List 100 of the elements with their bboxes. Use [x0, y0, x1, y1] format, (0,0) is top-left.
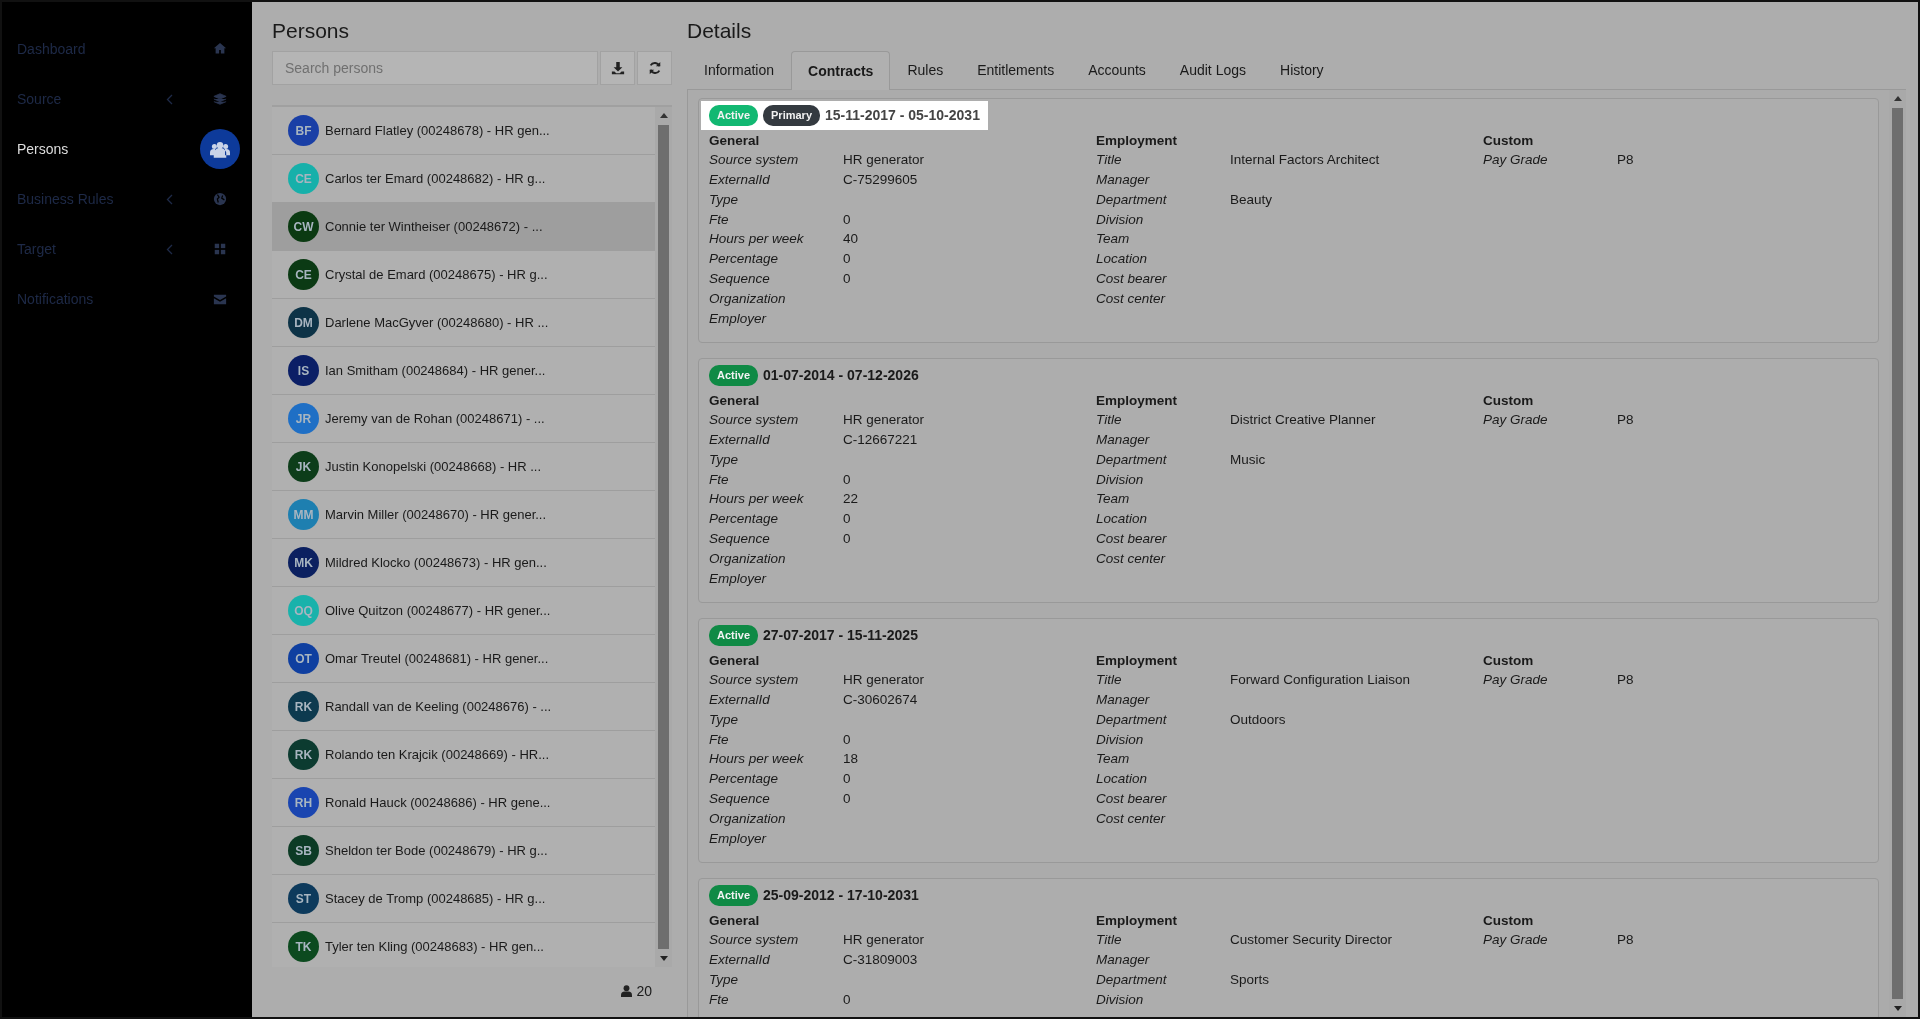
tab[interactable]: Audit Logs — [1162, 51, 1263, 90]
avatar: RH — [288, 787, 319, 819]
field-label: Source system — [709, 151, 800, 170]
field-label: Organization — [709, 289, 787, 308]
person-row[interactable]: IS Ian Smitham (00248684) - HR gener... — [272, 347, 655, 396]
field-label: Organization — [709, 809, 787, 828]
status-badge: Active — [709, 105, 759, 126]
refresh-icon — [647, 61, 662, 76]
avatar: TK — [288, 931, 319, 963]
person-name: Olive Quitzon (00248677) - HR gener... — [325, 601, 551, 620]
field-value: 0 — [843, 990, 851, 1009]
field-label: Cost bearer — [1096, 269, 1168, 288]
person-row[interactable]: SB Sheldon ter Bode (00248679) - HR g... — [272, 827, 655, 876]
person-name: Jeremy van de Rohan (00248671) - ... — [325, 409, 545, 428]
field-label: Pay Grade — [1483, 411, 1549, 430]
avatar: RK — [288, 739, 319, 771]
field-value: 0 — [843, 470, 851, 489]
contract-period: 15-11-2017 - 05-10-2031 — [825, 106, 980, 126]
person-row[interactable]: BF Bernard Flatley (00248678) - HR gen... — [272, 107, 655, 156]
section-title: Employment — [1096, 652, 1178, 671]
person-row[interactable]: RH Ronald Hauck (00248686) - HR gene... — [272, 779, 655, 828]
field-label: Fte — [709, 990, 730, 1009]
field-label: Source system — [709, 671, 800, 690]
person-name: Crystal de Emard (00248675) - HR g... — [325, 265, 548, 284]
field-label: Sequence — [709, 529, 771, 548]
scrollbar[interactable] — [655, 107, 672, 968]
field-label: Cost center — [1096, 809, 1167, 828]
download-button[interactable] — [600, 51, 635, 86]
person-name: Rolando ten Krajcik (00248669) - HR... — [325, 745, 549, 764]
person-row[interactable]: OT Omar Treutel (00248681) - HR gener... — [272, 635, 655, 684]
contract-period: 27-07-2017 - 15-11-2025 — [763, 626, 918, 646]
person-name: Mildred Klocko (00248673) - HR gen... — [325, 553, 547, 572]
person-row[interactable]: MK Mildred Klocko (00248673) - HR gen... — [272, 539, 655, 588]
person-count: 20 — [636, 981, 652, 1001]
field-value: Music — [1230, 450, 1266, 469]
tab[interactable]: Rules — [890, 51, 961, 90]
person-row[interactable]: MM Marvin Miller (00248670) - HR gener... — [272, 491, 655, 540]
person-name: Ronald Hauck (00248686) - HR gene... — [325, 793, 551, 812]
section-title: Custom — [1483, 392, 1535, 411]
person-name: Marvin Miller (00248670) - HR gener... — [325, 505, 547, 524]
field-label: Fte — [709, 730, 730, 749]
person-row[interactable]: RK Rolando ten Krajcik (00248669) - HR... — [272, 731, 655, 780]
field-value: 0 — [843, 269, 851, 288]
download-icon — [610, 61, 625, 76]
field-value: C-75299605 — [843, 171, 918, 189]
person-row[interactable]: DM Darlene MacGyver (00248680) - HR ... — [272, 299, 655, 348]
sidebar-item[interactable]: Persons — [2, 124, 252, 174]
person-row[interactable]: JK Justin Konopelski (00248668) - HR ... — [272, 443, 655, 492]
avatar: JR — [288, 403, 319, 435]
field-label: Source system — [709, 411, 800, 430]
field-value: 0 — [843, 789, 851, 808]
refresh-button[interactable] — [637, 51, 672, 86]
field-value: C-31809003 — [843, 951, 918, 969]
field-label: Department — [1096, 450, 1168, 469]
field-label: Sequence — [709, 789, 771, 808]
field-label: Location — [1096, 770, 1149, 789]
field-label: Percentage — [709, 250, 780, 269]
person-row[interactable]: CW Connie ter Wintheiser (00248672) - ... — [272, 203, 655, 252]
person-row[interactable]: JR Jeremy van de Rohan (00248671) - ... — [272, 395, 655, 444]
field-label: Employer — [709, 569, 768, 588]
person-row[interactable]: TK Tyler ten Kling (00248683) - HR gen... — [272, 923, 655, 968]
field-label: Manager — [1096, 171, 1151, 189]
tab[interactable]: Contracts — [791, 51, 891, 91]
avatar: JK — [288, 451, 319, 483]
avatar: ST — [288, 883, 319, 915]
person-icon — [621, 985, 633, 998]
field-value: Beauty — [1230, 190, 1273, 209]
field-label: Employer — [709, 309, 768, 328]
field-value: 0 — [843, 770, 851, 789]
field-label: Cost bearer — [1096, 789, 1168, 808]
tab[interactable]: Entitlements — [960, 51, 1072, 90]
field-value: Outdoors — [1230, 710, 1286, 729]
person-row[interactable]: ST Stacey de Tromp (00248685) - HR g... — [272, 875, 655, 924]
tab[interactable]: Information — [687, 51, 792, 90]
person-row[interactable]: OQ Olive Quitzon (00248677) - HR gener... — [272, 587, 655, 636]
field-value: Internal Factors Architect — [1230, 151, 1380, 170]
field-value: 0 — [843, 730, 851, 749]
field-label: Division — [1096, 990, 1145, 1009]
field-label: Location — [1096, 510, 1149, 529]
field-value: 0 — [843, 529, 851, 548]
person-row[interactable]: RK Randall van de Keeling (00248676) - ... — [272, 683, 655, 732]
avatar: DM — [288, 307, 319, 339]
person-name: Ian Smitham (00248684) - HR gener... — [325, 361, 546, 380]
search-field[interactable]: Search persons — [272, 51, 598, 86]
contract-period: 25-09-2012 - 17-10-2031 — [763, 886, 919, 906]
person-row[interactable]: CE Crystal de Emard (00248675) - HR g... — [272, 251, 655, 300]
field-label: Type — [709, 710, 739, 729]
scroll-up-icon — [659, 112, 668, 119]
field-label: Organization — [709, 549, 787, 568]
field-label: Manager — [1096, 691, 1151, 709]
tab[interactable]: History — [1263, 51, 1341, 90]
avatar: MM — [288, 499, 319, 531]
field-label: Hours per week — [709, 750, 805, 769]
person-name: Carlos ter Emard (00248682) - HR g... — [325, 169, 546, 188]
avatar: BF — [288, 115, 319, 147]
field-label: ExternalId — [709, 431, 771, 449]
field-label: Manager — [1096, 951, 1151, 969]
field-label: Hours per week — [709, 490, 805, 509]
panel-title: Persons — [272, 18, 351, 44]
tab[interactable]: Accounts — [1071, 51, 1163, 90]
